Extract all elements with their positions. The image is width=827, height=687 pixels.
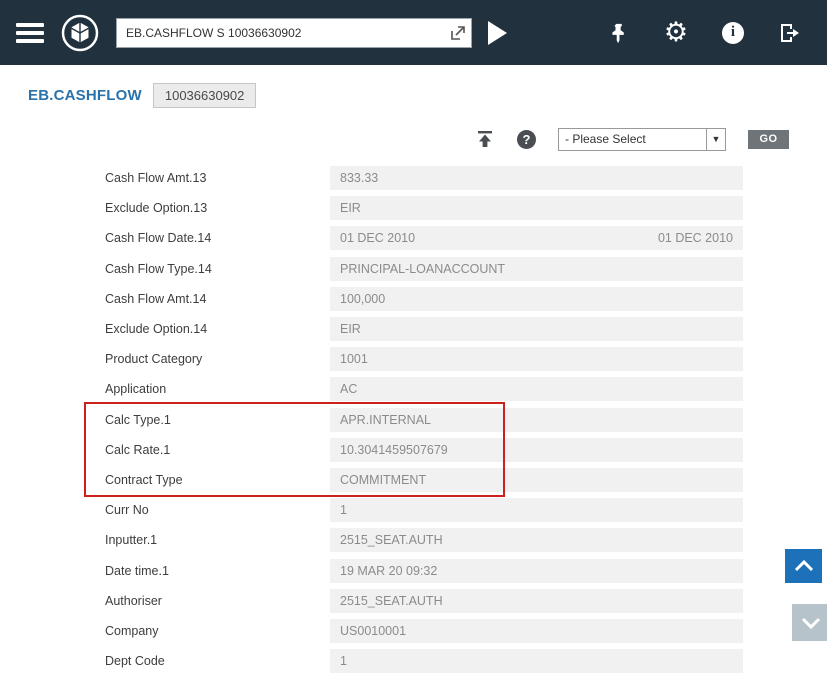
- help-icon[interactable]: ?: [517, 130, 536, 149]
- field-value: 1: [330, 649, 743, 673]
- field-value-text: 100,000: [340, 292, 385, 306]
- field-value-text: 2515_SEAT.AUTH: [340, 594, 443, 608]
- field-row: Exclude Option.14 EIR: [85, 314, 743, 344]
- field-value-text: 833.33: [340, 171, 378, 185]
- upload-icon[interactable]: [475, 129, 495, 149]
- field-row: Cash Flow Type.14 PRINCIPAL-LOANACCOUNT: [85, 254, 743, 284]
- expand-command-icon[interactable]: [449, 24, 467, 42]
- field-value: 19 MAR 20 09:32: [330, 559, 743, 583]
- info-icon[interactable]: i: [720, 20, 746, 46]
- field-value: 1001: [330, 347, 743, 371]
- field-value: US0010001: [330, 619, 743, 643]
- field-row: Cash Flow Amt.13 833.33: [85, 163, 743, 193]
- command-input[interactable]: [116, 18, 472, 48]
- field-row: Exclude Option.13 EIR: [85, 193, 743, 223]
- field-label: Date time.1: [85, 564, 330, 578]
- field-value: COMMITMENT: [330, 468, 743, 492]
- field-value-text: COMMITMENT: [340, 473, 426, 487]
- field-value: 1: [330, 498, 743, 522]
- field-value-text: 1001: [340, 352, 368, 366]
- field-label: Dept Code: [85, 654, 330, 668]
- pin-icon[interactable]: [606, 20, 632, 46]
- field-value-text: EIR: [340, 201, 361, 215]
- field-row: Calc Rate.1 10.3041459507679: [85, 435, 743, 465]
- field-value-right-text: 01 DEC 2010: [658, 231, 733, 245]
- field-row: Date time.1 19 MAR 20 09:32: [85, 555, 743, 585]
- app-logo-icon: [60, 13, 100, 53]
- field-value: AC: [330, 377, 743, 401]
- field-value-text: 19 MAR 20 09:32: [340, 564, 437, 578]
- field-row: Calc Type.1 APR.INTERNAL: [85, 405, 743, 435]
- field-value: 833.33: [330, 166, 743, 190]
- record-toolbar: ? - Please Select ▼ GO: [0, 127, 827, 151]
- field-value-text: 1: [340, 503, 347, 517]
- breadcrumb: EB.CASHFLOW 10036630902: [28, 81, 827, 109]
- field-value-text: 1: [340, 654, 347, 668]
- field-label: Exclude Option.13: [85, 201, 330, 215]
- field-value-text: US0010001: [340, 624, 406, 638]
- command-input-wrap: [116, 18, 472, 48]
- field-row: Product Category 1001: [85, 344, 743, 374]
- field-label: Exclude Option.14: [85, 322, 330, 336]
- action-select-value: - Please Select: [559, 132, 706, 146]
- field-label: Inputter.1: [85, 533, 330, 547]
- field-value: EIR: [330, 317, 743, 341]
- field-label: Curr No: [85, 503, 330, 517]
- field-value: 2515_SEAT.AUTH: [330, 528, 743, 552]
- record-form: Cash Flow Amt.13833.33Exclude Option.13E…: [85, 163, 743, 676]
- field-label: Authoriser: [85, 594, 330, 608]
- application-name: EB.CASHFLOW: [28, 87, 142, 104]
- menu-icon[interactable]: [16, 19, 44, 47]
- field-row: Contract Type COMMITMENT: [85, 465, 743, 495]
- field-value: EIR: [330, 196, 743, 220]
- field-value: 10.3041459507679: [330, 438, 743, 462]
- field-row: Authoriser 2515_SEAT.AUTH: [85, 586, 743, 616]
- field-value-text: 2515_SEAT.AUTH: [340, 533, 443, 547]
- field-label: Cash Flow Amt.14: [85, 292, 330, 306]
- field-row: Cash Flow Amt.14 100,000: [85, 284, 743, 314]
- scroll-up-button[interactable]: [785, 549, 822, 583]
- run-command-button[interactable]: [488, 21, 507, 45]
- field-value: APR.INTERNAL: [330, 408, 743, 432]
- field-label: Application: [85, 382, 330, 396]
- field-value-text: EIR: [340, 322, 361, 336]
- field-value-text: 01 DEC 2010: [340, 231, 415, 245]
- field-row: Inputter.1 2515_SEAT.AUTH: [85, 525, 743, 555]
- header-actions: ⚙ i: [606, 20, 811, 46]
- field-value-text: APR.INTERNAL: [340, 413, 431, 427]
- action-select[interactable]: - Please Select ▼: [558, 128, 726, 151]
- scroll-down-button[interactable]: [792, 604, 827, 641]
- field-row: Curr No 1: [85, 495, 743, 525]
- sign-out-icon[interactable]: [777, 20, 803, 46]
- field-value: 2515_SEAT.AUTH: [330, 589, 743, 613]
- field-value: PRINCIPAL-LOANACCOUNT: [330, 257, 743, 281]
- record-id-badge: 10036630902: [153, 83, 257, 108]
- chevron-down-icon: ▼: [706, 129, 725, 150]
- field-value: 100,000: [330, 287, 743, 311]
- field-row: Company US0010001: [85, 616, 743, 646]
- field-label: Product Category: [85, 352, 330, 366]
- field-value-text: 10.3041459507679: [340, 443, 448, 457]
- field-label: Cash Flow Date.14: [85, 231, 330, 245]
- field-label: Cash Flow Amt.13: [85, 171, 330, 185]
- field-label: Calc Type.1: [85, 413, 330, 427]
- field-value-text: AC: [340, 382, 357, 396]
- field-label: Contract Type: [85, 473, 330, 487]
- field-label: Calc Rate.1: [85, 443, 330, 457]
- field-label: Company: [85, 624, 330, 638]
- field-value: 01 DEC 2010 01 DEC 2010: [330, 226, 743, 250]
- field-value-text: PRINCIPAL-LOANACCOUNT: [340, 262, 505, 276]
- settings-gear-icon[interactable]: ⚙: [663, 20, 689, 46]
- field-row: Dept Code 1: [85, 646, 743, 676]
- go-button[interactable]: GO: [748, 130, 789, 149]
- field-row: Cash Flow Date.14 01 DEC 2010 01 DEC 2010: [85, 223, 743, 253]
- field-label: Cash Flow Type.14: [85, 262, 330, 276]
- top-header-bar: ⚙ i: [0, 0, 827, 65]
- field-row: Application AC: [85, 374, 743, 404]
